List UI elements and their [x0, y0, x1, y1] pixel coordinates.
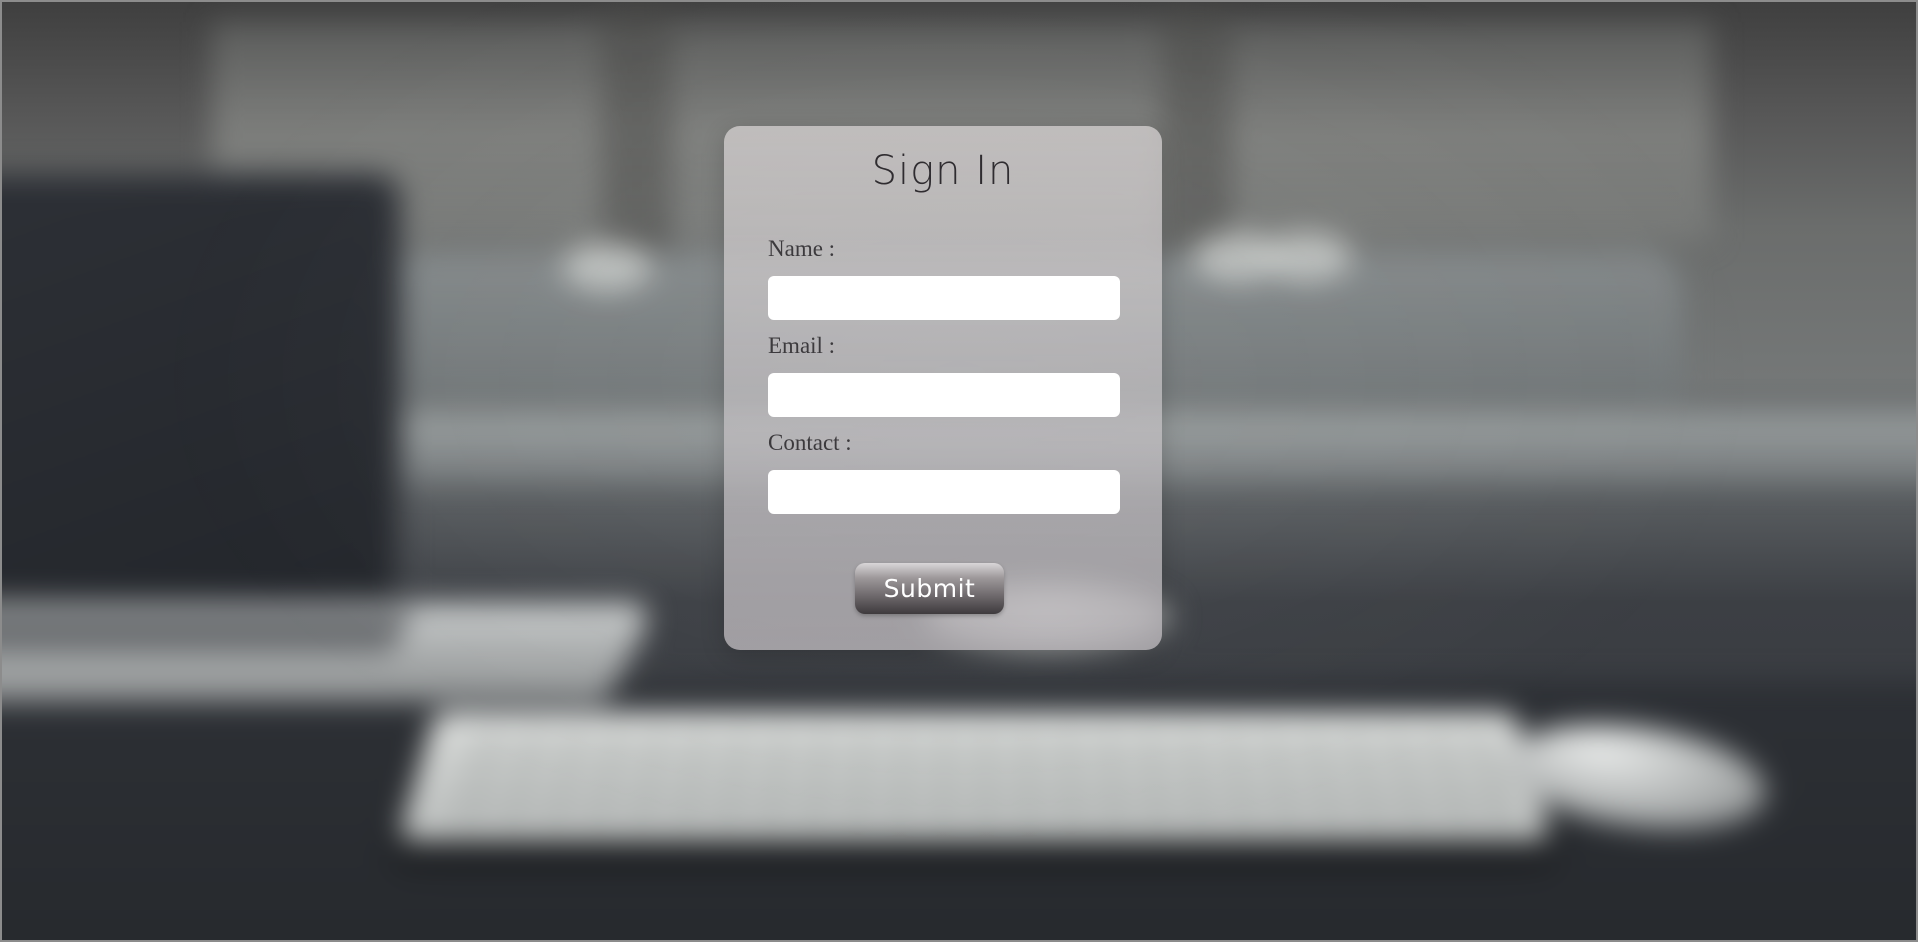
email-input[interactable]: [768, 373, 1120, 417]
contact-input[interactable]: [768, 470, 1120, 514]
submit-button[interactable]: Submit: [855, 563, 1004, 614]
contact-label: Contact :: [768, 430, 852, 455]
name-label: Name :: [768, 236, 836, 261]
email-label: Email :: [768, 333, 836, 358]
name-input[interactable]: [768, 276, 1120, 320]
form-title: Sign In: [871, 148, 1015, 194]
sign-in-form: Sign In Name : Email : Contact : Submit: [724, 126, 1162, 650]
